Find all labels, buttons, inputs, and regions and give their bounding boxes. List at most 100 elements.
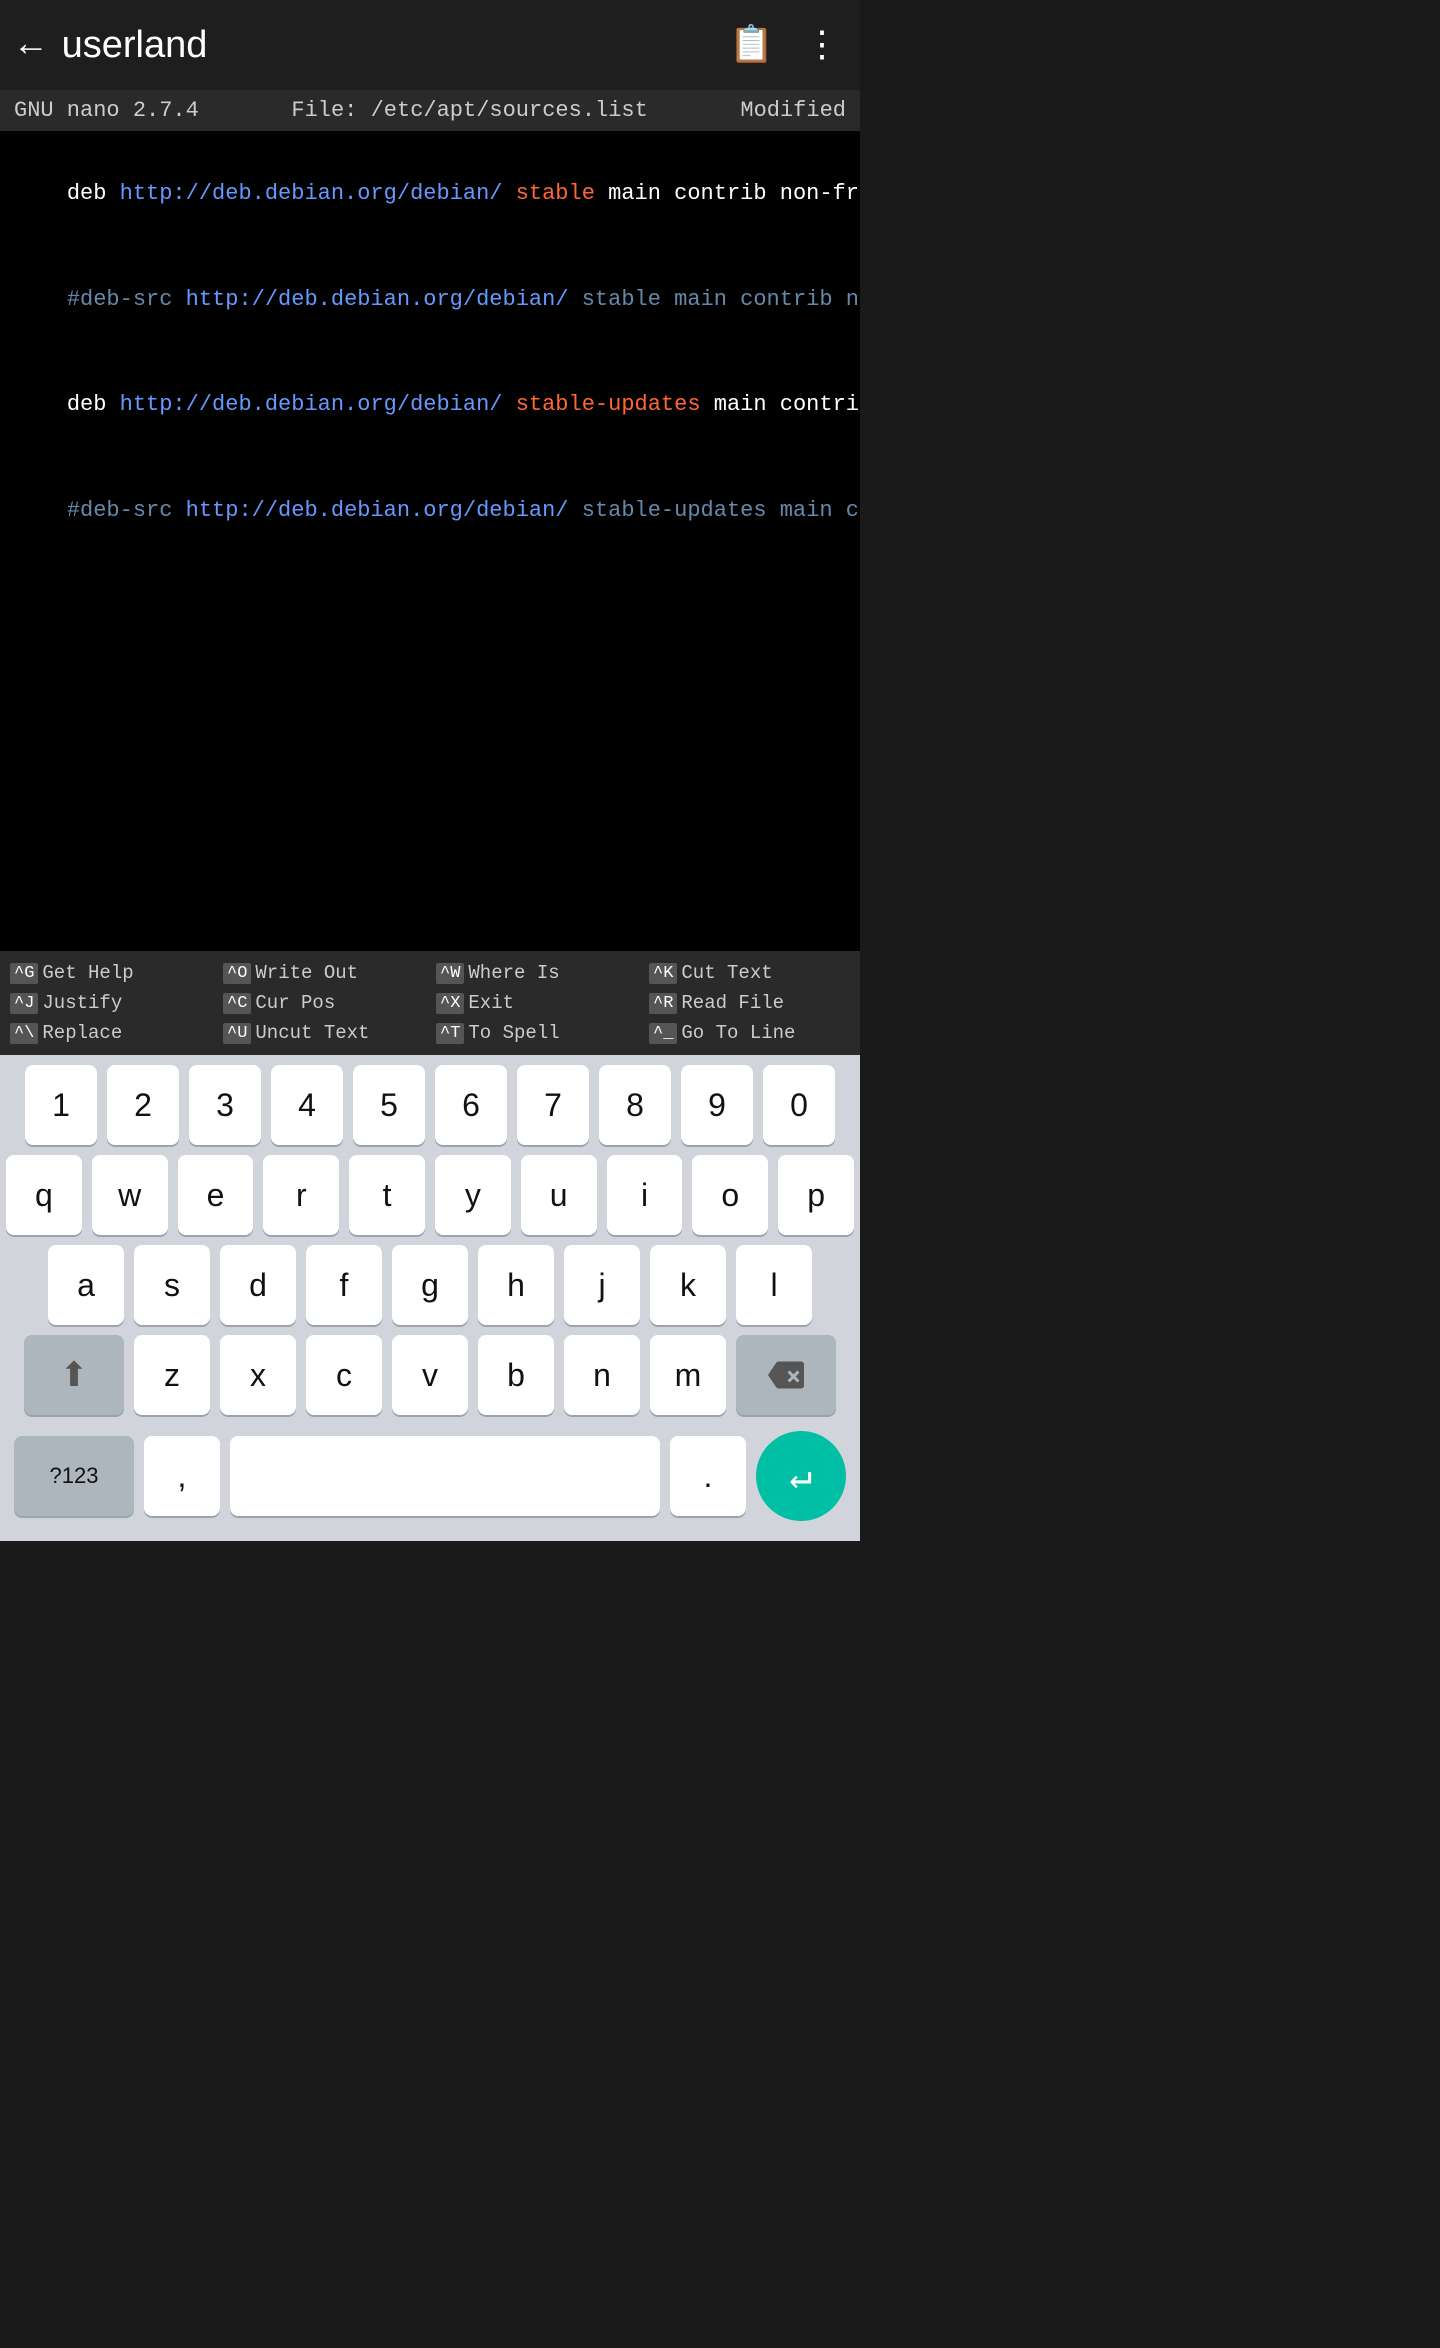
key-h[interactable]: h bbox=[478, 1245, 554, 1325]
key-w[interactable]: w bbox=[92, 1155, 168, 1235]
shortcut-key-gethelp: ^G bbox=[10, 963, 38, 984]
key-o[interactable]: o bbox=[692, 1155, 768, 1235]
key-t[interactable]: t bbox=[349, 1155, 425, 1235]
shortcut-write-out[interactable]: ^O Write Out bbox=[219, 959, 428, 987]
key-3[interactable]: 3 bbox=[189, 1065, 261, 1145]
key-4[interactable]: 4 bbox=[271, 1065, 343, 1145]
shortcut-key-curpos: ^C bbox=[223, 993, 251, 1014]
key-comma[interactable]: , bbox=[144, 1436, 220, 1516]
key-x[interactable]: x bbox=[220, 1335, 296, 1415]
key-8[interactable]: 8 bbox=[599, 1065, 671, 1145]
shortcut-key-whereis: ^W bbox=[436, 963, 464, 984]
shortcut-cut-text[interactable]: ^K Cut Text bbox=[645, 959, 854, 987]
shortcut-go-to-line[interactable]: ^_ Go To Line bbox=[645, 1019, 854, 1047]
key-5[interactable]: 5 bbox=[353, 1065, 425, 1145]
key-s[interactable]: s bbox=[134, 1245, 210, 1325]
shortcut-replace[interactable]: ^\ Replace bbox=[6, 1019, 215, 1047]
shortcut-key-tospell: ^T bbox=[436, 1023, 464, 1044]
shortcut-get-help[interactable]: ^G Get Help bbox=[6, 959, 215, 987]
key-backspace[interactable] bbox=[736, 1335, 836, 1415]
editor-line-4: #deb-src http://deb.debian.org/debian/ s… bbox=[14, 458, 846, 564]
shift-up-icon: ⬆ bbox=[60, 1355, 89, 1395]
editor-line-3: deb http://deb.debian.org/debian/ stable… bbox=[14, 352, 846, 458]
keyboard: 1 2 3 4 5 6 7 8 9 0 q w e r t y u i o p … bbox=[0, 1055, 860, 1541]
shortcut-key-gotoline: ^_ bbox=[649, 1023, 677, 1044]
key-space[interactable] bbox=[230, 1436, 660, 1516]
key-u[interactable]: u bbox=[521, 1155, 597, 1235]
keyboard-row-qwerty: q w e r t y u i o p bbox=[0, 1155, 860, 1235]
key-6[interactable]: 6 bbox=[435, 1065, 507, 1145]
top-bar-left: ← userland bbox=[20, 24, 207, 67]
nano-modified: Modified bbox=[740, 98, 846, 123]
key-0[interactable]: 0 bbox=[763, 1065, 835, 1145]
editor-area[interactable]: deb http://deb.debian.org/debian/ stable… bbox=[0, 131, 860, 951]
nano-shortcuts: ^G Get Help ^O Write Out ^W Where Is ^K … bbox=[0, 951, 860, 1055]
key-b[interactable]: b bbox=[478, 1335, 554, 1415]
shortcut-label-gotoline: Go To Line bbox=[681, 1022, 795, 1044]
key-y[interactable]: y bbox=[435, 1155, 511, 1235]
shortcut-cur-pos[interactable]: ^C Cur Pos bbox=[219, 989, 428, 1017]
shortcut-label-curpos: Cur Pos bbox=[255, 992, 335, 1014]
key-q[interactable]: q bbox=[6, 1155, 82, 1235]
shortcut-key-writeout: ^O bbox=[223, 963, 251, 984]
key-v[interactable]: v bbox=[392, 1335, 468, 1415]
shortcut-label-exit: Exit bbox=[468, 992, 514, 1014]
key-z[interactable]: z bbox=[134, 1335, 210, 1415]
key-9[interactable]: 9 bbox=[681, 1065, 753, 1145]
keyboard-row-asdf: a s d f g h j k l bbox=[0, 1245, 860, 1325]
shortcut-label-whereis: Where Is bbox=[468, 962, 559, 984]
shortcut-label-gethelp: Get Help bbox=[42, 962, 133, 984]
shortcut-label-justify: Justify bbox=[42, 992, 122, 1014]
shortcut-label-uncuttext: Uncut Text bbox=[255, 1022, 369, 1044]
shortcut-key-replace: ^\ bbox=[10, 1023, 38, 1044]
key-a[interactable]: a bbox=[48, 1245, 124, 1325]
shortcut-where-is[interactable]: ^W Where Is bbox=[432, 959, 641, 987]
app-title: userland bbox=[62, 24, 208, 67]
key-n[interactable]: n bbox=[564, 1335, 640, 1415]
editor-line-1: deb http://deb.debian.org/debian/ stable… bbox=[14, 141, 846, 247]
shortcut-label-readfile: Read File bbox=[681, 992, 784, 1014]
key-c[interactable]: c bbox=[306, 1335, 382, 1415]
keyboard-row-zxcv: ⬆ z x c v b n m bbox=[0, 1335, 860, 1415]
shortcut-justify[interactable]: ^J Justify bbox=[6, 989, 215, 1017]
shortcut-key-uncuttext: ^U bbox=[223, 1023, 251, 1044]
key-m[interactable]: m bbox=[650, 1335, 726, 1415]
key-g[interactable]: g bbox=[392, 1245, 468, 1325]
clipboard-icon[interactable]: 📋 bbox=[729, 23, 774, 67]
shortcut-key-justify: ^J bbox=[10, 993, 38, 1014]
key-l[interactable]: l bbox=[736, 1245, 812, 1325]
top-bar: ← userland 📋 ⋮ bbox=[0, 0, 860, 90]
key-7[interactable]: 7 bbox=[517, 1065, 589, 1145]
shortcut-key-exit: ^X bbox=[436, 993, 464, 1014]
shortcut-uncut-text[interactable]: ^U Uncut Text bbox=[219, 1019, 428, 1047]
shortcut-exit[interactable]: ^X Exit bbox=[432, 989, 641, 1017]
keyboard-bottom-row: ?123 , . ↵ bbox=[0, 1425, 860, 1541]
shortcut-key-readfile: ^R bbox=[649, 993, 677, 1014]
key-special-123[interactable]: ?123 bbox=[14, 1436, 134, 1516]
shortcut-label-cuttext: Cut Text bbox=[681, 962, 772, 984]
key-2[interactable]: 2 bbox=[107, 1065, 179, 1145]
key-enter[interactable]: ↵ bbox=[756, 1431, 846, 1521]
key-period[interactable]: . bbox=[670, 1436, 746, 1516]
back-button[interactable]: ← bbox=[20, 25, 42, 66]
shortcut-to-spell[interactable]: ^T To Spell bbox=[432, 1019, 641, 1047]
shortcut-key-cuttext: ^K bbox=[649, 963, 677, 984]
key-p[interactable]: p bbox=[778, 1155, 854, 1235]
key-1[interactable]: 1 bbox=[25, 1065, 97, 1145]
key-shift[interactable]: ⬆ bbox=[24, 1335, 124, 1415]
more-menu-icon[interactable]: ⋮ bbox=[804, 24, 840, 67]
key-r[interactable]: r bbox=[263, 1155, 339, 1235]
keyboard-row-numbers: 1 2 3 4 5 6 7 8 9 0 bbox=[0, 1065, 860, 1145]
key-j[interactable]: j bbox=[564, 1245, 640, 1325]
key-k[interactable]: k bbox=[650, 1245, 726, 1325]
shortcut-label-writeout: Write Out bbox=[255, 962, 358, 984]
shortcut-read-file[interactable]: ^R Read File bbox=[645, 989, 854, 1017]
key-f[interactable]: f bbox=[306, 1245, 382, 1325]
nano-status-bar: GNU nano 2.7.4 File: /etc/apt/sources.li… bbox=[0, 90, 860, 131]
editor-line-2: #deb-src http://deb.debian.org/debian/ s… bbox=[14, 247, 846, 353]
key-e[interactable]: e bbox=[178, 1155, 254, 1235]
key-i[interactable]: i bbox=[607, 1155, 683, 1235]
key-d[interactable]: d bbox=[220, 1245, 296, 1325]
nano-filename: File: /etc/apt/sources.list bbox=[291, 98, 647, 123]
nano-version: GNU nano 2.7.4 bbox=[14, 98, 199, 123]
